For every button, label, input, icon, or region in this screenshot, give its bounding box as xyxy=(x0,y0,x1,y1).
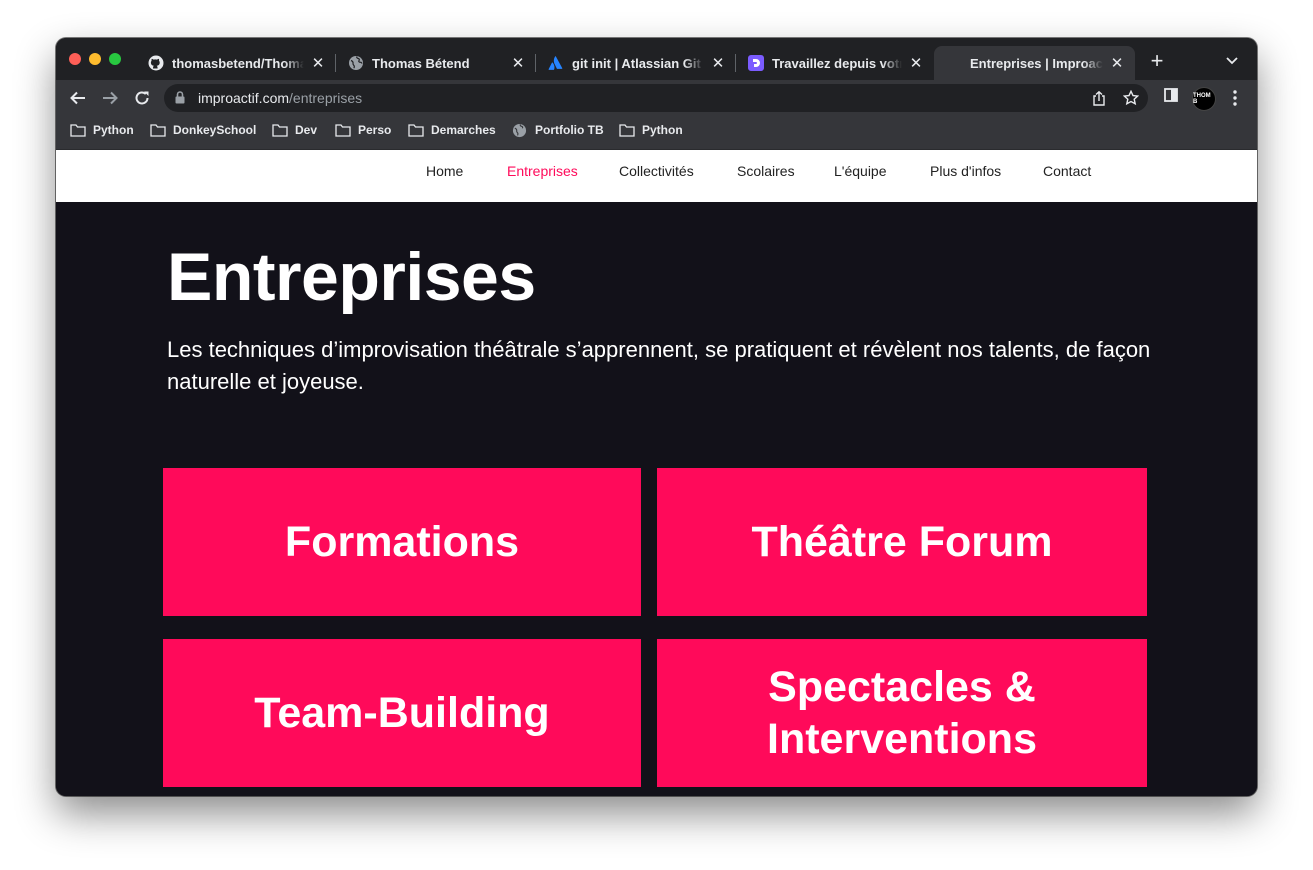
url-text[interactable]: improactif.com/entreprises xyxy=(198,90,362,106)
profile-avatar[interactable]: THOM B xyxy=(1192,87,1216,111)
github-icon xyxy=(148,55,164,71)
bookmarks-bar: Python DonkeySchool Dev Perso Demarches … xyxy=(56,116,1257,150)
atlassian-icon xyxy=(548,55,564,71)
bookmark-label: DonkeySchool xyxy=(173,123,257,137)
url-host: improactif.com xyxy=(198,90,290,106)
share-icon[interactable] xyxy=(1091,90,1107,106)
bookmark-label: Portfolio TB xyxy=(535,123,604,137)
bookmark-python[interactable]: Python xyxy=(70,123,134,137)
reload-button[interactable] xyxy=(131,87,153,109)
arrow-right-icon xyxy=(103,91,118,105)
folder-icon xyxy=(272,123,288,137)
close-tab-icon[interactable]: ✕ xyxy=(1109,55,1125,72)
folder-icon xyxy=(335,123,351,137)
browser-toolbar: improactif.com/entreprises THOM B xyxy=(56,80,1257,116)
bookmark-python-2[interactable]: Python xyxy=(619,123,683,137)
tab-title: Travaillez depuis votre dépôt xyxy=(772,55,902,71)
close-tab-icon[interactable]: ✕ xyxy=(510,55,526,72)
forward-button[interactable] xyxy=(99,87,121,109)
page-title: Entreprises xyxy=(167,239,536,315)
minimize-window-button[interactable] xyxy=(89,53,101,65)
app-icon xyxy=(748,55,764,71)
close-window-button[interactable] xyxy=(69,53,81,65)
browser-tab[interactable]: thomasbetend/ThomasBetend ✕ xyxy=(136,46,336,80)
nav-link-scolaires[interactable]: Scolaires xyxy=(737,163,795,179)
star-icon[interactable] xyxy=(1123,90,1139,106)
tab-title: git init | Atlassian Git Tutorial xyxy=(572,55,704,71)
bookmark-label: Perso xyxy=(358,123,392,137)
close-tab-icon[interactable]: ✕ xyxy=(710,55,726,72)
address-bar[interactable]: improactif.com/entreprises xyxy=(164,84,1148,112)
zoom-window-button[interactable] xyxy=(109,53,121,65)
back-button[interactable] xyxy=(67,87,89,109)
nav-link-collectivites[interactable]: Collectivités xyxy=(619,163,694,179)
bookmark-donkeyschool[interactable]: DonkeySchool xyxy=(150,123,256,137)
tab-title: thomasbetend/ThomasBetend xyxy=(172,55,304,71)
bookmark-label: Demarches xyxy=(431,123,496,137)
bookmark-label: Dev xyxy=(295,123,318,137)
close-tab-icon[interactable]: ✕ xyxy=(908,55,924,72)
more-menu-icon[interactable] xyxy=(1233,90,1237,106)
bookmark-demarches[interactable]: Demarches xyxy=(408,123,496,137)
reload-icon xyxy=(135,91,149,105)
card-formations[interactable]: Formations xyxy=(163,468,641,616)
browser-tab[interactable]: git init | Atlassian Git Tutorial ✕ xyxy=(536,46,736,80)
globe-icon xyxy=(348,55,364,71)
card-team-building[interactable]: Team-Building xyxy=(163,639,641,787)
folder-icon xyxy=(70,123,86,137)
lock-icon[interactable] xyxy=(175,91,185,109)
card-spectacles-interventions[interactable]: Spectacles & Interventions xyxy=(657,639,1147,787)
site-navigation: Home Entreprises Collectivités Scolaires… xyxy=(56,150,1257,202)
tab-title: Entreprises | Improactif xyxy=(970,55,1103,71)
browser-tab-active[interactable]: Entreprises | Improactif ✕ xyxy=(934,46,1135,80)
folder-icon xyxy=(150,123,166,137)
globe-icon xyxy=(512,123,528,137)
nav-link-plus-infos[interactable]: Plus d'infos xyxy=(930,163,1001,179)
close-tab-icon[interactable]: ✕ xyxy=(310,55,326,72)
url-path: /entreprises xyxy=(289,90,363,106)
nav-link-entreprises[interactable]: Entreprises xyxy=(507,163,578,179)
arrow-left-icon xyxy=(70,91,85,105)
chevron-down-icon[interactable] xyxy=(1226,54,1238,68)
tab-title: Thomas Bétend xyxy=(372,55,470,71)
side-panel-icon[interactable] xyxy=(1164,88,1178,102)
nav-link-home[interactable]: Home xyxy=(426,163,463,179)
folder-icon xyxy=(619,123,635,137)
page-subtitle: Les techniques d’improvisation théâtrale… xyxy=(167,337,1151,394)
folder-icon xyxy=(408,123,424,137)
tab-strip: thomasbetend/ThomasBetend ✕ Thomas Béten… xyxy=(56,38,1257,80)
new-tab-button[interactable]: + xyxy=(1147,50,1167,72)
page-icon xyxy=(946,55,962,71)
card-theatre-forum[interactable]: Théâtre Forum xyxy=(657,468,1147,616)
bookmark-label: Python xyxy=(93,123,134,137)
bookmark-perso[interactable]: Perso xyxy=(335,123,391,137)
browser-window: thomasbetend/ThomasBetend ✕ Thomas Béten… xyxy=(56,38,1257,796)
bookmark-portfolio[interactable]: Portfolio TB xyxy=(512,123,604,137)
web-page: Home Entreprises Collectivités Scolaires… xyxy=(56,150,1257,796)
browser-tab[interactable]: Travaillez depuis votre dépôt ✕ xyxy=(736,46,934,80)
nav-link-contact[interactable]: Contact xyxy=(1043,163,1091,179)
nav-link-equipe[interactable]: L'équipe xyxy=(834,163,887,179)
bookmark-label: Python xyxy=(642,123,683,137)
bookmark-dev[interactable]: Dev xyxy=(272,123,317,137)
browser-tab[interactable]: Thomas Bétend ✕ xyxy=(336,46,536,80)
